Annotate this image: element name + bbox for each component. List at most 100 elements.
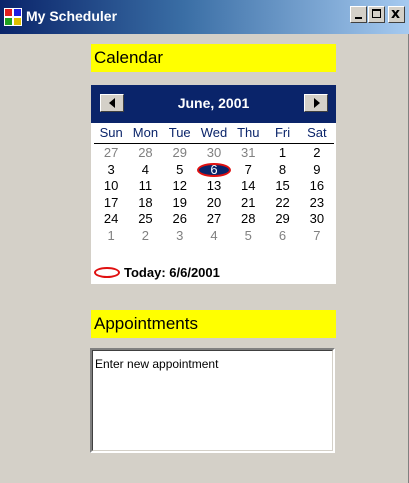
day-number: 5: [176, 161, 184, 177]
today-circle-icon: [94, 266, 120, 278]
day-number: 6: [210, 161, 218, 177]
day-cell[interactable]: 28: [128, 145, 162, 162]
day-number: 9: [313, 161, 321, 177]
day-cell[interactable]: 29: [265, 211, 299, 228]
day-number: 16: [309, 178, 325, 193]
day-cell[interactable]: 18: [128, 195, 162, 212]
day-cell[interactable]: 5: [231, 228, 265, 245]
day-cell[interactable]: 12: [163, 178, 197, 195]
day-cell[interactable]: 9: [300, 162, 334, 179]
month-calendar[interactable]: June, 2001 Sun Mon Tue Wed Thu Fri Sat 27 28 29 3…: [91, 85, 336, 284]
day-cell[interactable]: 5: [163, 162, 197, 179]
day-number: 29: [172, 145, 187, 160]
day-cell[interactable]: 22: [265, 195, 299, 212]
close-button[interactable]: x: [388, 6, 405, 23]
day-cell[interactable]: 8: [265, 162, 299, 179]
day-number: 2: [141, 227, 150, 243]
day-number: 5: [244, 227, 252, 243]
maximize-icon: [372, 9, 381, 18]
day-number: 28: [138, 145, 153, 160]
day-cell[interactable]: 29: [163, 145, 197, 162]
day-cell[interactable]: 7: [231, 162, 265, 179]
day-number: 7: [313, 227, 321, 243]
day-number: 11: [138, 178, 153, 193]
day-cell[interactable]: 21: [231, 195, 265, 212]
day-number: 28: [241, 211, 256, 226]
day-cell[interactable]: 14: [231, 178, 265, 195]
day-number: 31: [241, 145, 256, 160]
calendar-week-row: 1 2 3 4 5 6 7: [94, 228, 334, 245]
title-bar[interactable]: My Scheduler x: [0, 0, 409, 34]
day-number: 30: [206, 145, 222, 160]
window-title: My Scheduler: [26, 8, 118, 24]
day-cell[interactable]: 4: [128, 162, 162, 179]
today-link[interactable]: Today: 6/6/2001: [94, 263, 220, 281]
day-number: 19: [172, 194, 187, 210]
day-cell[interactable]: 30: [300, 211, 334, 228]
arrow-right-icon: [314, 98, 320, 108]
day-number: 27: [206, 211, 222, 226]
day-cell[interactable]: 28: [231, 211, 265, 228]
day-cell[interactable]: 1: [265, 145, 299, 162]
day-cell[interactable]: 26: [163, 211, 197, 228]
day-number: 15: [275, 178, 290, 193]
calendar-week-row: 3 4 5 6 7 8 9: [94, 162, 334, 179]
minimize-icon: [355, 17, 362, 19]
month-title[interactable]: June, 2001: [141, 95, 286, 111]
day-cell[interactable]: 30: [197, 145, 231, 162]
day-number: 29: [275, 211, 290, 226]
next-month-button[interactable]: [304, 94, 328, 112]
appointment-input-text[interactable]: Enter new appointment: [95, 357, 218, 371]
day-of-week-header: Sun: [99, 125, 123, 140]
previous-month-button[interactable]: [100, 94, 124, 112]
day-cell[interactable]: 31: [231, 145, 265, 162]
day-cell[interactable]: 2: [128, 228, 162, 245]
day-cell[interactable]: 16: [300, 178, 334, 195]
appointment-input[interactable]: Enter new appointment: [90, 348, 335, 453]
calendar-week-row: 24 25 26 27 28 29 30: [94, 211, 334, 228]
day-number: 13: [206, 178, 222, 193]
day-number: 26: [172, 211, 187, 226]
day-of-week-header: Wed: [200, 125, 228, 140]
day-cell[interactable]: 7: [300, 228, 334, 245]
day-cell[interactable]: 3: [94, 162, 128, 179]
day-cell[interactable]: 1: [94, 228, 128, 245]
day-cell[interactable]: 27: [94, 145, 128, 162]
day-cell[interactable]: 4: [197, 228, 231, 245]
day-cell[interactable]: 10: [94, 178, 128, 195]
day-cell[interactable]: 17: [94, 195, 128, 212]
arrow-left-icon: [109, 98, 115, 108]
day-number: 3: [107, 161, 115, 177]
day-grid: 27 28 29 30 31 1 2 3 4 5 6 7 8 9 10 11 12 13 14 15 16 17 18 19 2…: [94, 145, 334, 244]
day-number: 20: [206, 194, 222, 210]
day-cell[interactable]: 2: [300, 145, 334, 162]
day-cell[interactable]: 6: [265, 228, 299, 245]
appointments-label: Appointments: [91, 310, 336, 338]
day-number: 22: [275, 194, 290, 210]
day-cell[interactable]: 25: [128, 211, 162, 228]
day-of-week-header: Mon: [132, 125, 159, 140]
day-cell[interactable]: 11: [128, 178, 162, 195]
day-number: 3: [176, 227, 184, 243]
today-label: Today: 6/6/2001: [124, 264, 220, 280]
day-cell[interactable]: 15: [265, 178, 299, 195]
maximize-button[interactable]: [368, 6, 385, 23]
day-number: 23: [309, 194, 325, 210]
day-cell[interactable]: 19: [163, 195, 197, 212]
day-number: 1: [107, 227, 115, 243]
calendar-week-row: 17 18 19 20 21 22 23: [94, 195, 334, 212]
day-number: 25: [138, 211, 153, 226]
day-cell[interactable]: 13: [197, 178, 231, 195]
calendar-label: Calendar: [91, 44, 336, 72]
day-cell[interactable]: 23: [300, 195, 334, 212]
day-cell[interactable]: 27: [197, 211, 231, 228]
day-number: 30: [309, 211, 325, 226]
days-of-week-row: Sun Mon Tue Wed Thu Fri Sat: [94, 123, 334, 144]
day-number: 21: [241, 194, 256, 210]
selected-day-cell[interactable]: 6: [196, 161, 231, 179]
day-number: 1: [278, 145, 287, 160]
day-cell[interactable]: 3: [163, 228, 197, 245]
minimize-button[interactable]: [350, 6, 367, 23]
day-cell[interactable]: 24: [94, 211, 128, 228]
day-cell[interactable]: 20: [197, 195, 231, 212]
